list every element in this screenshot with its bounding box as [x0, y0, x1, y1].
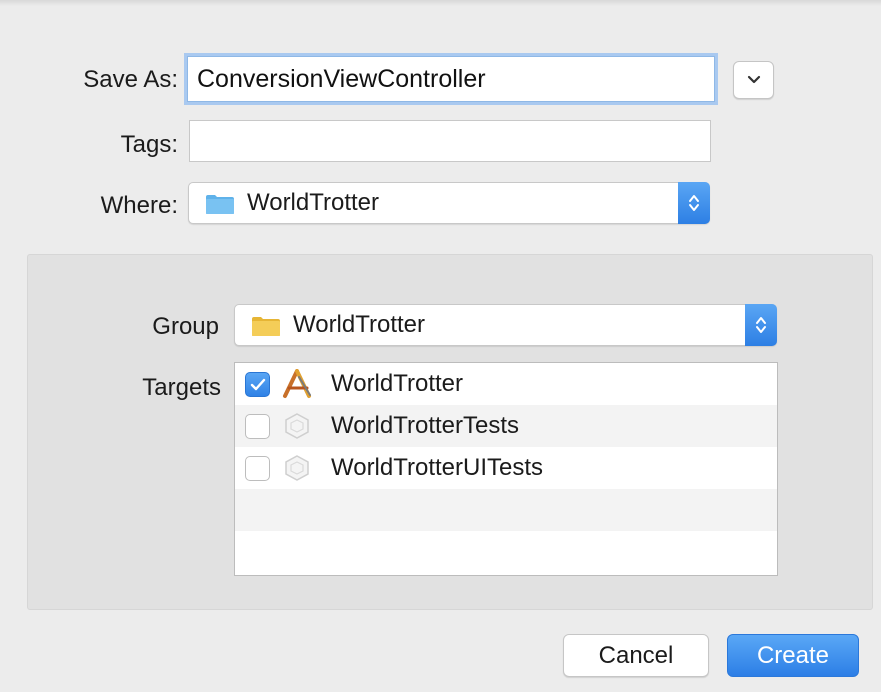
expand-dialog-button[interactable] [733, 61, 774, 99]
group-popup[interactable]: WorldTrotter [234, 304, 777, 346]
empty-row [235, 489, 777, 531]
test-target-icon [285, 413, 309, 439]
target-checkbox[interactable] [245, 456, 270, 481]
window-top-edge [0, 0, 881, 6]
targets-list[interactable]: WorldTrotter WorldTrotterTests WorldTrot… [234, 362, 778, 576]
where-label: Where: [100, 192, 178, 219]
group-stepper[interactable] [745, 304, 777, 346]
checkmark-icon [250, 378, 266, 392]
target-name: WorldTrotterUITests [331, 454, 544, 481]
where-popup[interactable]: WorldTrotter [188, 182, 710, 224]
target-row[interactable]: WorldTrotterUITests [235, 447, 777, 489]
chevron-down-icon [747, 75, 761, 85]
target-name: WorldTrotterTests [331, 412, 520, 439]
where-value: WorldTrotter [247, 189, 380, 216]
group-value: WorldTrotter [293, 311, 426, 338]
app-target-icon [283, 369, 311, 398]
tags-label: Tags: [120, 131, 178, 158]
save-as-label: Save As: [83, 66, 178, 93]
save-as-field[interactable]: ConversionViewController [187, 56, 715, 102]
cancel-button[interactable]: Cancel [563, 634, 709, 677]
up-down-arrows-icon [755, 315, 767, 335]
up-down-arrows-icon [688, 193, 700, 213]
group-label: Group [152, 313, 219, 340]
where-stepper[interactable] [678, 182, 710, 224]
target-checkbox[interactable] [245, 414, 270, 439]
folder-icon [206, 195, 234, 214]
folder-icon [252, 317, 280, 336]
target-row[interactable]: WorldTrotter [235, 363, 777, 405]
target-name: WorldTrotter [331, 370, 464, 397]
target-row[interactable]: WorldTrotterTests [235, 405, 777, 447]
create-button[interactable]: Create [727, 634, 859, 677]
targets-label: Targets [142, 374, 221, 401]
empty-row [235, 531, 777, 573]
target-checkbox[interactable] [245, 372, 270, 397]
test-target-icon [285, 455, 309, 481]
tags-field[interactable] [189, 120, 711, 162]
